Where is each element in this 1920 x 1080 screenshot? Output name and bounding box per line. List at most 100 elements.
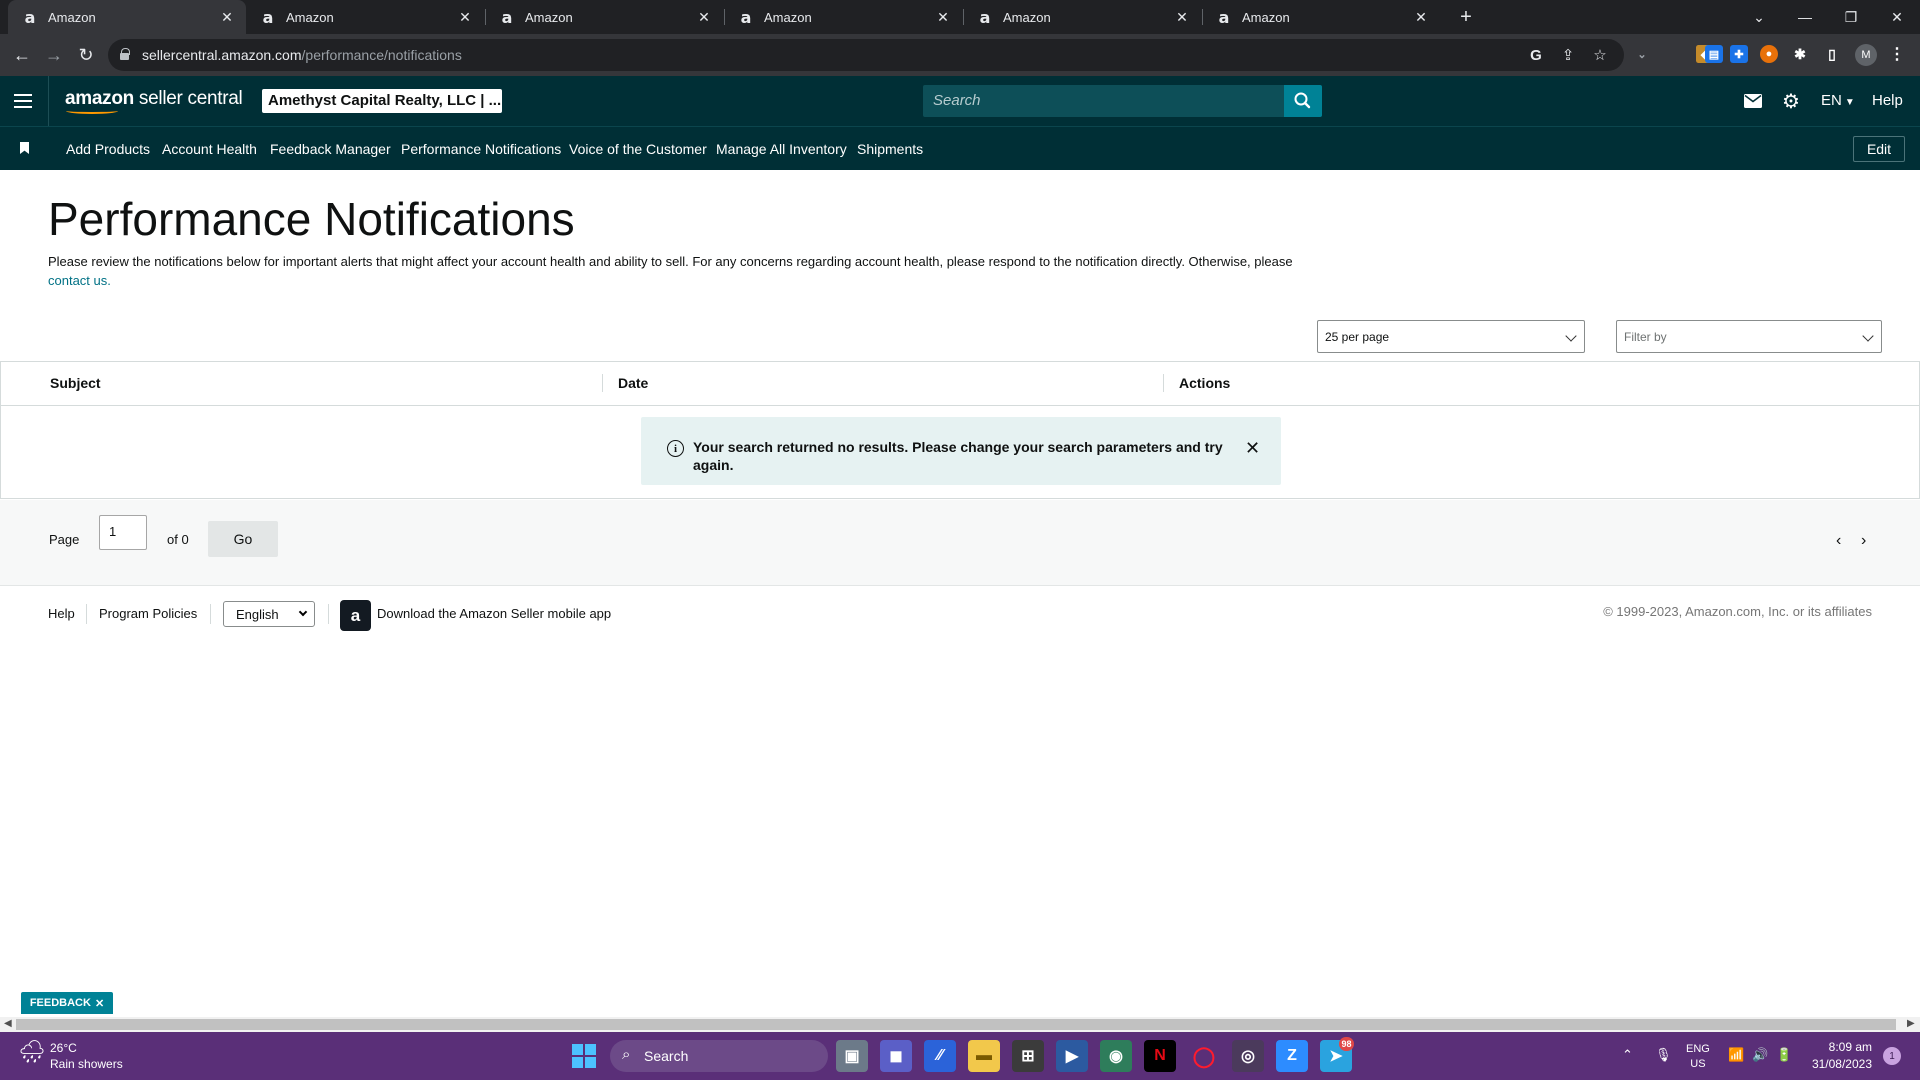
share-icon[interactable]: ⇪ (1557, 44, 1579, 66)
seller-central-logo[interactable]: amazon seller central (65, 88, 243, 110)
teams-icon[interactable]: ◼ (880, 1040, 912, 1072)
volume-icon[interactable]: 🔊 (1752, 1047, 1768, 1063)
restore-button[interactable]: ❐ (1828, 0, 1874, 34)
microphone-icon[interactable]: 🎙 (1655, 1047, 1672, 1063)
profile-avatar[interactable]: M (1855, 44, 1877, 66)
bookmark-performance-notifications[interactable]: Performance Notifications (401, 141, 561, 157)
netflix-icon[interactable]: N (1144, 1040, 1176, 1072)
task-view-icon[interactable]: ▣ (836, 1040, 868, 1072)
new-tab-button[interactable]: + (1453, 4, 1479, 30)
per-page-select[interactable]: 25 per page (1317, 320, 1585, 353)
filter-select[interactable]: Filter by (1616, 320, 1882, 353)
amazon-favicon-icon: a (501, 7, 513, 27)
wifi-icon[interactable]: 📶 (1728, 1047, 1744, 1063)
column-date[interactable]: Date (618, 375, 648, 391)
amazon-seller-app-icon[interactable]: a (340, 600, 371, 631)
bookmark-feedback-manager[interactable]: Feedback Manager (270, 141, 391, 157)
close-tab-icon[interactable]: ✕ (456, 8, 474, 26)
bookmark-manage-all-inventory[interactable]: Manage All Inventory (716, 141, 847, 157)
scrollbar-thumb[interactable] (16, 1019, 1896, 1030)
show-hidden-icons-icon[interactable]: ⌃ (1622, 1047, 1633, 1063)
browser-tab[interactable]: a Amazon ✕ (724, 0, 962, 34)
browser-tab[interactable]: a Amazon ✕ (485, 0, 723, 34)
close-tab-icon[interactable]: ✕ (1173, 8, 1191, 26)
horizontal-scrollbar[interactable]: ◀ ▶ (0, 1017, 1920, 1032)
zoom-icon[interactable]: Z (1276, 1040, 1308, 1072)
extension-icon[interactable]: ● (1760, 45, 1778, 63)
browser-tab[interactable]: a Amazon ✕ (8, 0, 246, 34)
feedback-button[interactable]: FEEDBACK ✕ (21, 992, 113, 1014)
download-app-link[interactable]: Download the Amazon Seller mobile app (377, 606, 611, 621)
microsoft-store-icon[interactable]: ⊞ (1012, 1040, 1044, 1072)
account-switcher[interactable]: Amethyst Capital Realty, LLC | ... (262, 89, 502, 113)
opera-icon[interactable]: ◯ (1188, 1040, 1220, 1072)
edit-bookmarks-button[interactable]: Edit (1853, 136, 1905, 162)
chevron-down-icon (1862, 330, 1874, 342)
minimize-button[interactable]: — (1782, 0, 1828, 34)
taskbar-search[interactable]: ⌕ Search (610, 1040, 828, 1072)
google-lens-icon[interactable]: G (1525, 44, 1547, 66)
column-actions[interactable]: Actions (1179, 375, 1230, 391)
browser-toolbar: ← → ↻ sellercentral.amazon.com/performan… (0, 34, 1920, 76)
side-panel-icon[interactable]: ▯ (1823, 45, 1841, 63)
input-language[interactable]: ENG US (1686, 1042, 1710, 1072)
bookmark-icon[interactable] (20, 142, 29, 154)
address-bar[interactable]: sellercentral.amazon.com/performance/not… (108, 39, 1624, 71)
chrome-icon[interactable]: ◎ (1232, 1040, 1264, 1072)
bookmark-add-products[interactable]: Add Products (66, 141, 150, 157)
close-tab-icon[interactable]: ✕ (934, 8, 952, 26)
search-input[interactable]: Search (923, 85, 1284, 117)
telegram-icon[interactable]: ➤ 98 (1320, 1037, 1354, 1072)
bookmark-star-icon[interactable]: ☆ (1589, 44, 1611, 66)
extension-icon[interactable]: ▤ (1705, 45, 1723, 63)
close-tab-icon[interactable]: ✕ (695, 8, 713, 26)
scroll-right-icon[interactable]: ▶ (1907, 1018, 1915, 1029)
program-policies-link[interactable]: Program Policies (99, 606, 197, 621)
app-icon[interactable]: ◉ (1100, 1040, 1132, 1072)
extension-icon[interactable]: ✚ (1730, 45, 1748, 63)
close-tab-icon[interactable]: ✕ (218, 8, 236, 26)
browser-tab[interactable]: a Amazon ✕ (963, 0, 1201, 34)
footer-help-link[interactable]: Help (48, 606, 75, 621)
browser-tab[interactable]: a Amazon ✕ (246, 0, 484, 34)
system-clock[interactable]: 8:09 am 31/08/2023 (1812, 1039, 1872, 1073)
bookmark-account-health[interactable]: Account Health (162, 141, 257, 157)
help-link[interactable]: Help (1872, 92, 1903, 109)
browser-menu-icon[interactable]: ⋮ (1888, 45, 1906, 63)
mail-icon[interactable] (1743, 91, 1763, 111)
bookmark-shipments[interactable]: Shipments (857, 141, 923, 157)
close-window-button[interactable]: ✕ (1874, 0, 1920, 34)
forward-icon[interactable]: → (40, 41, 68, 69)
page-number-input[interactable]: 1 (99, 515, 147, 550)
telegram-badge: 98 (1339, 1037, 1354, 1051)
go-button[interactable]: Go (208, 521, 278, 557)
reload-icon[interactable]: ↻ (72, 41, 100, 69)
windows-start-icon[interactable] (572, 1044, 596, 1068)
chevron-left-icon[interactable]: ‹ (1836, 532, 1841, 550)
file-explorer-icon[interactable]: ▬ (968, 1040, 1000, 1072)
bing-icon[interactable]: ▶ (1056, 1040, 1088, 1072)
battery-icon[interactable]: 🔋 (1776, 1047, 1792, 1063)
close-icon[interactable]: ✕ (95, 997, 104, 1010)
language-selector[interactable]: EN ▼ (1821, 92, 1855, 109)
notification-badge[interactable]: 1 (1883, 1047, 1901, 1065)
app-icon[interactable]: ⁄⁄ (924, 1040, 956, 1072)
weather-widget[interactable]: 🌧 26°C Rain showers (18, 1040, 138, 1072)
close-icon[interactable]: ✕ (1245, 438, 1260, 459)
tab-search-icon[interactable]: ⌄ (1736, 0, 1782, 34)
back-icon[interactable]: ← (8, 41, 36, 69)
column-subject[interactable]: Subject (50, 375, 101, 391)
search-button[interactable] (1284, 85, 1322, 117)
menu-icon[interactable] (14, 94, 32, 108)
footer-language-select[interactable]: English (223, 601, 315, 627)
extensions-puzzle-icon[interactable]: ✱ (1791, 45, 1809, 63)
extension-icon[interactable]: ⌄ (1633, 45, 1651, 63)
bookmark-voice-of-the-customer[interactable]: Voice of the Customer (569, 141, 707, 157)
close-tab-icon[interactable]: ✕ (1412, 8, 1430, 26)
scroll-left-icon[interactable]: ◀ (4, 1018, 12, 1029)
browser-tab[interactable]: a Amazon ✕ (1202, 0, 1440, 34)
lock-icon[interactable] (120, 48, 130, 61)
chevron-right-icon[interactable]: › (1861, 532, 1866, 550)
settings-gear-icon[interactable]: ⚙ (1781, 91, 1801, 113)
contact-us-link[interactable]: contact us. (48, 273, 111, 288)
